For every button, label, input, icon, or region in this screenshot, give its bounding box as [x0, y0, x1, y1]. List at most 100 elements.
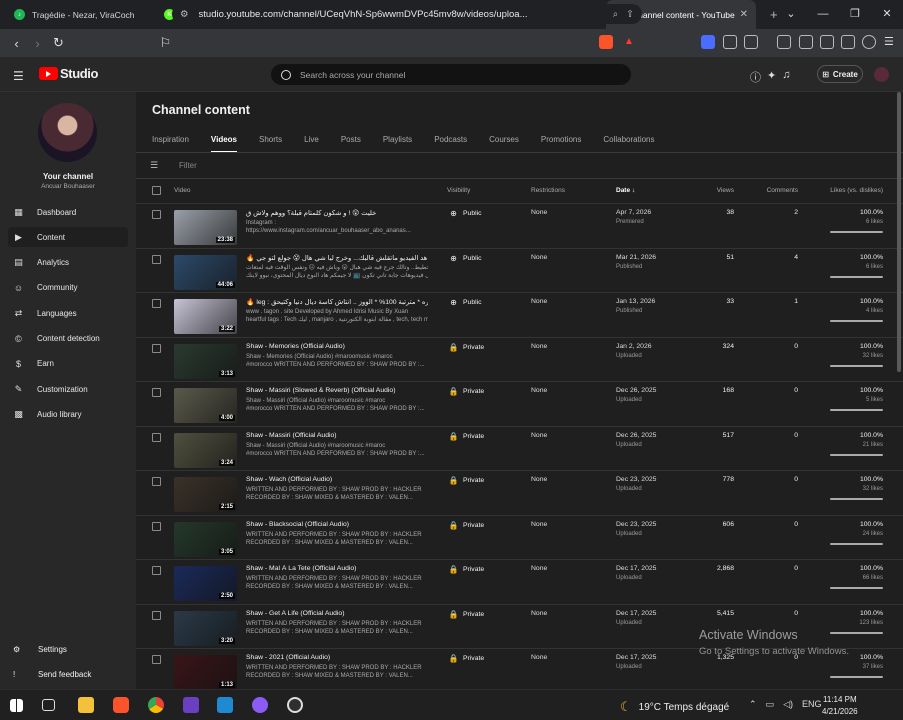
extension-icon[interactable] — [701, 35, 715, 49]
bookmark-icon[interactable]: ⚐ — [155, 35, 176, 51]
video-title[interactable]: Shaw - Memories (Official Audio) — [246, 343, 428, 350]
row-checkbox[interactable] — [152, 254, 161, 264]
video-title[interactable]: Shaw - Get A Life (Official Audio) — [246, 610, 428, 617]
table-row[interactable]: 3:24 Shaw - Massiri (Official Audio) Shaw … — [136, 425, 903, 470]
visibility-cell[interactable]: 🔒 Private — [449, 476, 485, 485]
visual-studio-icon[interactable] — [183, 697, 199, 713]
visibility-cell[interactable]: 🔒 Private — [449, 565, 485, 574]
col-date[interactable]: Date ↓ — [616, 187, 635, 194]
sidebar-item-languages[interactable]: ⇄ Languages — [8, 303, 128, 323]
reload-button[interactable]: ↻ — [48, 35, 69, 51]
filter-icon[interactable]: ☰ — [150, 160, 160, 171]
leo-icon[interactable] — [841, 35, 855, 49]
visibility-cell[interactable]: 🔒 Private — [449, 432, 485, 441]
sidebar-item-analytics[interactable]: ▤ Analytics — [8, 253, 128, 273]
chevron-down-icon[interactable]: ⌄ — [775, 0, 807, 29]
media-icon[interactable] — [777, 35, 791, 49]
video-thumbnail[interactable]: 3:22 — [174, 299, 237, 334]
video-thumbnail[interactable]: 2:15 — [174, 477, 237, 512]
screenshot-icon[interactable] — [744, 35, 758, 49]
visibility-cell[interactable]: ⊕ Public — [449, 254, 481, 263]
video-thumbnail[interactable]: 1:13 — [174, 655, 237, 690]
visibility-cell[interactable]: 🔒 Private — [449, 610, 485, 619]
vpn-icon[interactable] — [862, 35, 876, 49]
tab-inspiration[interactable]: Inspiration — [152, 135, 189, 153]
select-all-checkbox[interactable] — [152, 186, 161, 195]
tab-posts[interactable]: Posts — [341, 135, 361, 153]
table-row[interactable]: 3:13 Shaw - Memories (Official Audio) Shaw… — [136, 336, 903, 381]
maximize-button[interactable]: ❐ — [839, 0, 871, 29]
row-checkbox[interactable] — [152, 343, 161, 353]
chrome-icon[interactable] — [148, 697, 164, 713]
table-row[interactable]: 23:38 خليت 😲 ! و شكون كلمتام قبلة؟ ووهم و… — [136, 203, 903, 247]
sidebar-footer-settings[interactable]: ⚙ Settings — [8, 639, 128, 659]
tab-collaborations[interactable]: Collaborations — [603, 135, 654, 153]
lang-indicator[interactable]: ENG — [802, 699, 822, 710]
row-checkbox[interactable] — [152, 432, 161, 442]
video-title[interactable]: Shaw - 2021 (Official Audio) — [246, 654, 428, 661]
filter-bar[interactable]: ☰ Filter — [150, 160, 197, 171]
video-thumbnail[interactable]: 3:24 — [174, 432, 237, 468]
video-thumbnail[interactable]: 3:13 — [174, 343, 237, 379]
scrollbar[interactable] — [897, 92, 901, 372]
account-avatar[interactable] — [874, 67, 889, 82]
row-checkbox[interactable] — [152, 477, 161, 486]
share-icon[interactable]: ⇪ — [626, 9, 634, 20]
puzzle-icon[interactable] — [723, 35, 737, 49]
sidebar-item-community[interactable]: ☺ Community — [8, 278, 128, 298]
brave-rewards-icon[interactable]: ▲ — [622, 35, 636, 49]
table-row[interactable]: 44:06 🔥 هد الفيديو ماتقلش قالبك... وخرج ل… — [136, 247, 903, 292]
row-checkbox[interactable] — [152, 210, 161, 219]
video-title[interactable]: Shaw - Blacksocial (Official Audio) — [246, 521, 428, 528]
forward-button[interactable]: › — [27, 36, 48, 51]
close-window-button[interactable]: ✕ — [871, 0, 903, 29]
close-tab-icon[interactable]: ✕ — [740, 9, 748, 20]
col-views[interactable]: Views — [696, 187, 734, 194]
vscode-icon[interactable] — [217, 697, 233, 713]
col-visibility[interactable]: Visibility — [447, 187, 470, 194]
tab-courses[interactable]: Courses — [489, 135, 519, 153]
tab-shorts[interactable]: Shorts — [259, 135, 282, 153]
clock[interactable]: 11:14 PM 4/21/2026 — [822, 694, 858, 718]
channel-avatar[interactable] — [38, 103, 97, 162]
create-button[interactable]: ⊞ Create — [817, 65, 863, 83]
row-checkbox[interactable] — [152, 521, 161, 531]
video-thumbnail[interactable]: 44:06 — [174, 254, 237, 290]
sidebar-footer-send-feedback[interactable]: ! Send feedback — [8, 664, 128, 684]
table-row[interactable]: 3:05 Shaw - Blacksocial (Official Audio) W… — [136, 514, 903, 559]
minimize-button[interactable]: — — [807, 0, 839, 29]
video-title[interactable]: Shaw - Mal À La Tete (Official Audio) — [246, 565, 428, 572]
col-restrictions[interactable]: Restrictions — [531, 187, 565, 194]
visibility-cell[interactable]: ⊕ Public — [449, 298, 481, 307]
visibility-cell[interactable]: 🔒 Private — [449, 521, 485, 530]
notifications-icon[interactable]: ♫ — [782, 69, 790, 85]
brave-shields-icon[interactable] — [599, 35, 613, 49]
sidebar-item-earn[interactable]: $ Earn — [8, 354, 128, 374]
url-field[interactable]: ⚙ studio.youtube.com/channel/UCeqVhN-Sp6… — [172, 4, 642, 24]
table-row[interactable]: 2:15 Shaw - Wach (Official Audio) WRITTEN … — [136, 470, 903, 514]
network-icon[interactable]: ▭ — [766, 699, 775, 710]
sidebar-item-content-detection[interactable]: © Content detection — [8, 329, 128, 349]
studio-logo[interactable]: Studio — [39, 66, 98, 81]
wallet-icon[interactable] — [820, 35, 834, 49]
sidebar-item-audio-library[interactable]: ▩ Audio library — [8, 404, 128, 424]
chevron-up-icon[interactable]: ⌃ — [749, 699, 757, 710]
sidebar-item-dashboard[interactable]: ▦ Dashboard — [8, 202, 128, 222]
menu-icon[interactable]: ☰ — [884, 35, 898, 49]
sparkle-icon[interactable]: ✦ — [767, 69, 776, 85]
hamburger-menu-icon[interactable]: ☰ — [13, 69, 24, 83]
tab-promotions[interactable]: Promotions — [541, 135, 581, 153]
zoom-icon[interactable]: ⌕ — [613, 9, 618, 20]
weather-widget[interactable]: ☾ 19°C Temps dégagé — [620, 699, 729, 715]
search-input[interactable]: Search across your channel — [271, 64, 631, 85]
video-thumbnail[interactable]: 23:38 — [174, 210, 237, 245]
sidebar-item-customization[interactable]: ✎ Customization — [8, 379, 128, 399]
file-explorer-icon[interactable] — [78, 697, 94, 713]
col-comments[interactable]: Comments — [746, 187, 798, 194]
windows-start-icon[interactable] — [10, 699, 23, 712]
video-thumbnail[interactable]: 3:20 — [174, 610, 237, 646]
video-title[interactable]: Shaw - Wach (Official Audio) — [246, 476, 428, 483]
sidebar-item-content[interactable]: ▶ Content — [8, 227, 128, 248]
table-row[interactable]: 4:00 Shaw - Massiri (Slowed & Reverb) (Of… — [136, 381, 903, 425]
help-icon[interactable]: ⓘ — [750, 69, 761, 85]
